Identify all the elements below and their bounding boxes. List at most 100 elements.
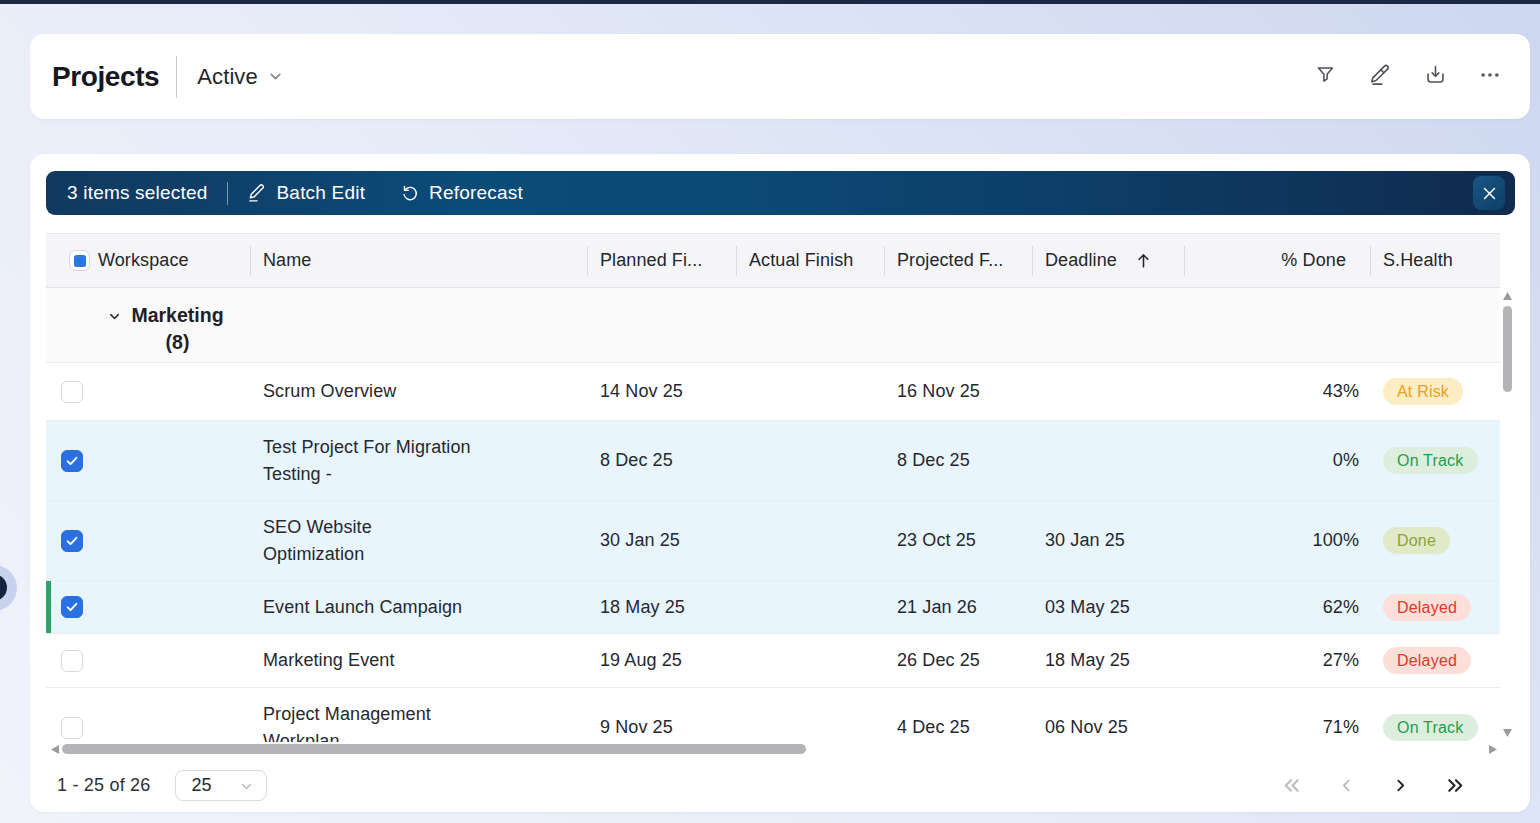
download-icon (1425, 64, 1446, 89)
column-header-workspace[interactable]: Workspace (98, 250, 250, 271)
column-separator (250, 246, 251, 276)
funnel-icon (1315, 64, 1336, 89)
projected-finish: 8 Dec 25 (884, 450, 1032, 471)
pagination (1280, 774, 1467, 797)
batch-edit-label: Batch Edit (277, 182, 366, 204)
scroll-left-arrow-icon[interactable] (51, 745, 59, 754)
last-page-button[interactable] (1444, 774, 1467, 797)
scroll-right-arrow-icon[interactable] (1489, 745, 1497, 754)
sort-ascending-icon (1134, 251, 1153, 270)
pct-done: 27% (1184, 650, 1370, 671)
column-separator (587, 246, 588, 276)
health-badge: Done (1383, 527, 1450, 554)
row-checkbox[interactable] (61, 596, 83, 618)
reforecast-button[interactable]: Reforecast (401, 182, 523, 204)
x-icon (1481, 185, 1498, 202)
horizontal-scrollbar-thumb[interactable] (62, 744, 806, 754)
page-title: Projects (52, 61, 159, 93)
table-body: Marketing (8) Scrum Overview 14 Nov 25 1… (46, 288, 1500, 742)
column-separator (736, 246, 737, 276)
deadline: 30 Jan 25 (1032, 530, 1184, 551)
table-row[interactable]: Marketing Event 19 Aug 25 26 Dec 25 18 M… (46, 634, 1500, 688)
row-checkbox[interactable] (61, 717, 83, 739)
prev-page-button[interactable] (1336, 775, 1357, 796)
view-switcher[interactable]: Active (197, 64, 284, 90)
health-badge: At Risk (1383, 378, 1463, 405)
project-name[interactable]: Event Launch Campaign (263, 594, 472, 621)
pct-done: 100% (1184, 530, 1370, 551)
chevron-down-icon (107, 309, 122, 324)
deadline: 18 May 25 (1032, 650, 1184, 671)
table-row[interactable]: Project Management Workplan 9 Nov 25 4 D… (46, 688, 1500, 742)
batch-edit-button[interactable]: Batch Edit (248, 182, 366, 204)
page-header: Projects Active (30, 34, 1530, 119)
vertical-scrollbar-thumb[interactable] (1503, 306, 1512, 392)
project-name[interactable]: Scrum Overview (263, 378, 472, 405)
pct-done: 43% (1184, 381, 1370, 402)
project-name[interactable]: SEO Website Optimization (263, 514, 472, 568)
more-button[interactable] (1479, 66, 1501, 88)
column-header-actual-finish[interactable]: Actual Finish (736, 250, 884, 271)
title-divider (176, 56, 177, 98)
scroll-up-arrow-icon[interactable] (1503, 292, 1512, 300)
selection-bar: 3 items selected Batch Edit Reforecast (46, 171, 1515, 215)
projected-finish: 26 Dec 25 (884, 650, 1032, 671)
table-row[interactable]: Event Launch Campaign 18 May 25 21 Jan 2… (46, 581, 1500, 634)
edit-button[interactable] (1369, 66, 1391, 88)
health-badge: On Track (1383, 447, 1478, 474)
table-row[interactable]: SEO Website Optimization 30 Jan 25 23 Oc… (46, 501, 1500, 581)
row-checkbox[interactable] (61, 650, 83, 672)
planned-finish: 30 Jan 25 (587, 530, 736, 551)
select-all-checkbox[interactable] (69, 250, 90, 271)
export-button[interactable] (1424, 66, 1446, 88)
chevron-down-icon (267, 68, 284, 89)
project-name[interactable]: Test Project For Migration Testing - (263, 434, 472, 488)
planned-finish: 19 Aug 25 (587, 650, 736, 671)
project-name[interactable]: Marketing Event (263, 647, 472, 674)
row-checkbox[interactable] (61, 530, 83, 552)
project-name[interactable]: Project Management Workplan (263, 701, 472, 743)
table-row[interactable]: Test Project For Migration Testing - 8 D… (46, 421, 1500, 501)
projected-finish: 21 Jan 26 (884, 597, 1032, 618)
page-size-select[interactable]: 25 (175, 770, 267, 801)
column-header-planned-finish[interactable]: Planned Fi... (587, 250, 736, 271)
filter-button[interactable] (1314, 66, 1336, 88)
chevron-right-icon (1390, 775, 1411, 796)
projected-finish: 16 Nov 25 (884, 381, 1032, 402)
planned-finish: 9 Nov 25 (587, 717, 736, 738)
indeterminate-mark (74, 255, 86, 267)
planned-finish: 8 Dec 25 (587, 450, 736, 471)
column-header-pct-done[interactable]: % Done (1184, 250, 1370, 271)
column-separator (884, 246, 885, 276)
pencil-icon (248, 184, 266, 202)
column-header-shealth[interactable]: S.Health (1370, 250, 1500, 271)
table-header: Workspace Name Planned Fi... Actual Fini… (46, 233, 1500, 288)
scroll-down-arrow-icon[interactable] (1503, 729, 1512, 737)
table-row[interactable]: Scrum Overview 14 Nov 25 16 Nov 25 43% A… (46, 363, 1500, 421)
projected-finish: 4 Dec 25 (884, 717, 1032, 738)
column-separator (1184, 246, 1185, 276)
chevron-down-icon (239, 779, 254, 794)
pct-done: 0% (1184, 450, 1370, 471)
close-selection-button[interactable] (1473, 176, 1505, 210)
group-row-marketing[interactable]: Marketing (8) (46, 288, 1500, 363)
page-size-value: 25 (191, 775, 211, 796)
projected-finish: 23 Oct 25 (884, 530, 1032, 551)
ellipsis-icon (1479, 64, 1501, 90)
row-marker (46, 581, 51, 633)
row-checkbox[interactable] (61, 450, 83, 472)
next-page-button[interactable] (1390, 775, 1411, 796)
deadline: 06 Nov 25 (1032, 717, 1184, 738)
column-header-deadline[interactable]: Deadline (1032, 250, 1184, 271)
column-header-projected-finish[interactable]: Projected F... (884, 250, 1032, 271)
group-label: Marketing (8) (129, 302, 226, 356)
first-page-button[interactable] (1280, 774, 1303, 797)
pct-done: 71% (1184, 717, 1370, 738)
reforecast-label: Reforecast (429, 182, 523, 204)
column-separator (1032, 246, 1033, 276)
row-checkbox[interactable] (61, 381, 83, 403)
selection-count: 3 items selected (67, 182, 208, 204)
pencil-icon (1370, 64, 1391, 89)
health-badge: On Track (1383, 714, 1478, 741)
column-header-name[interactable]: Name (250, 250, 587, 271)
